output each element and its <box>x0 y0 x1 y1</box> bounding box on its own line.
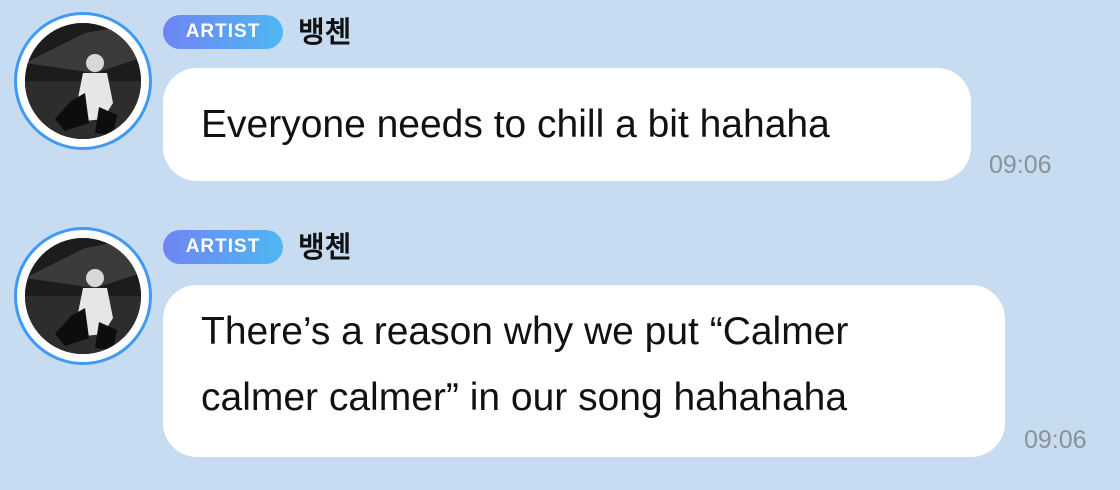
sender-name[interactable]: 뱅첸 <box>298 12 351 52</box>
chat-message: ARTIST 뱅첸 Everyone needs to chill a bit … <box>0 0 1120 200</box>
message-text: Everyone needs to chill a bit hahaha <box>201 103 830 146</box>
artist-badge: ARTIST <box>163 15 283 49</box>
message-bubble[interactable]: There’s a reason why we put “Calmer calm… <box>163 285 1005 457</box>
sender-name[interactable]: 뱅첸 <box>298 227 351 267</box>
message-text-line: calmer calmer” in our song hahahaha <box>201 376 848 419</box>
chat-message: ARTIST 뱅첸 There’s a reason why we put “C… <box>0 215 1120 490</box>
profile-photo-icon <box>25 23 141 139</box>
avatar[interactable] <box>14 12 152 150</box>
message-timestamp: 09:06 <box>1024 426 1087 454</box>
avatar[interactable] <box>14 227 152 365</box>
artist-badge: ARTIST <box>163 230 283 264</box>
profile-photo <box>25 23 141 139</box>
message-timestamp: 09:06 <box>989 151 1052 179</box>
profile-photo <box>25 238 141 354</box>
message-bubble[interactable]: Everyone needs to chill a bit hahaha <box>163 68 971 181</box>
profile-photo-icon <box>25 238 141 354</box>
message-text-line: There’s a reason why we put “Calmer <box>201 310 849 353</box>
